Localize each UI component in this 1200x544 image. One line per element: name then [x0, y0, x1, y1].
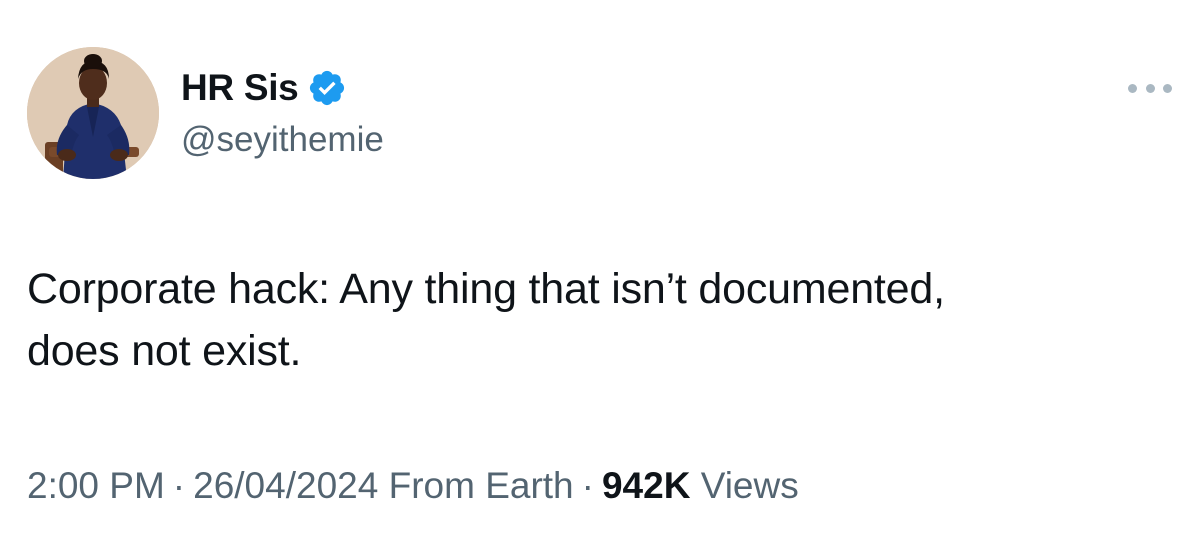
- author-name-row: HR Sis: [181, 64, 347, 112]
- more-options-icon[interactable]: [1128, 70, 1172, 106]
- tweet-text-line: Corporate hack: Any thing that isn’t doc…: [27, 265, 945, 313]
- tweet-meta: 2:00 PM · 26/04/2024 From Earth · 942K Views: [27, 465, 799, 507]
- avatar[interactable]: [27, 47, 159, 179]
- tweet-card: HR Sis @seyithemie Corporate hack: Any t…: [0, 0, 1200, 544]
- meta-separator: ·: [172, 465, 186, 506]
- views-count[interactable]: 942K: [602, 465, 690, 506]
- tweet-text-line: does not exist.: [27, 327, 302, 375]
- tweet-text: Corporate hack: Any thing that isn’t doc…: [27, 258, 1177, 382]
- avatar-photo: [27, 47, 159, 179]
- verified-badge-icon[interactable]: [307, 68, 347, 108]
- meta-separator: ·: [581, 465, 594, 506]
- tweet-date[interactable]: 26/04/2024: [193, 465, 378, 506]
- tweet-time[interactable]: 2:00 PM: [27, 465, 165, 506]
- tweet-source: From Earth: [388, 465, 574, 506]
- author-display-name[interactable]: HR Sis: [181, 67, 299, 109]
- author-handle[interactable]: @seyithemie: [181, 120, 384, 160]
- views-label[interactable]: Views: [701, 465, 799, 506]
